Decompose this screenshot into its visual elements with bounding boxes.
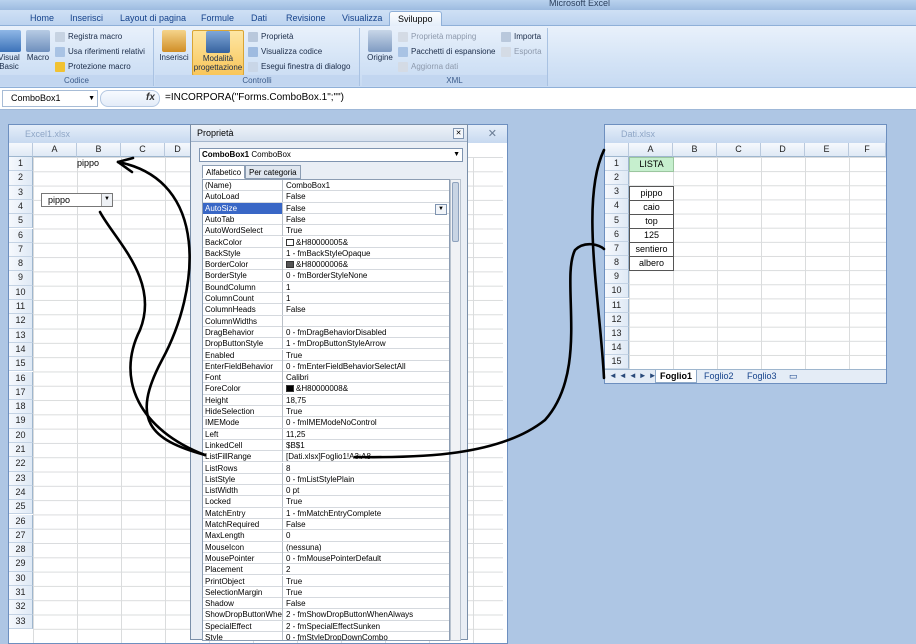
annotation-overlay (98, 148, 606, 459)
annotation-arrow-b1 (116, 160, 207, 457)
annotation-bracket (591, 148, 606, 380)
annotation-arrow-list (353, 242, 606, 459)
